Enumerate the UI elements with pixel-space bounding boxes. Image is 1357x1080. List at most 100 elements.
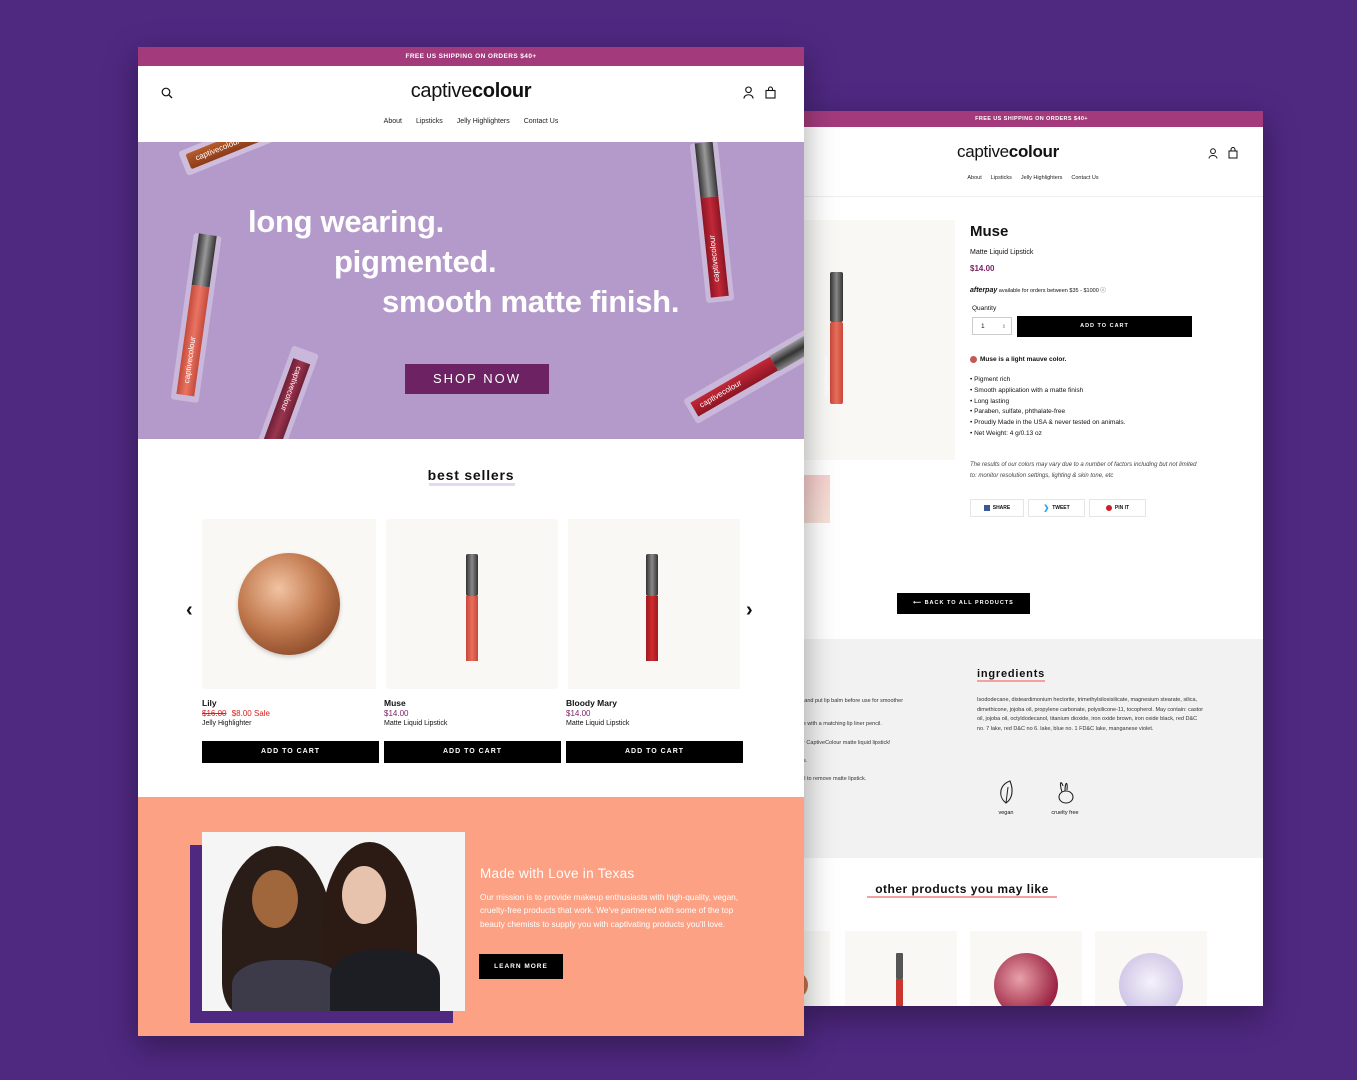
account-icon[interactable] [1208,148,1218,159]
related-card[interactable] [1095,931,1207,1006]
lipstick-tube-image: captivecolour [170,232,223,406]
color-swatch-icon [970,356,977,363]
tube-body [830,322,843,404]
product-name[interactable]: Muse [384,698,406,708]
product-card-muse[interactable] [386,519,558,689]
product-price-row: $16.00 $8.00 Sale [202,709,270,718]
add-to-cart-button[interactable]: ADD TO CART [566,741,743,763]
how-to-step: ur CaptiveColour matte liquid lipstick! [800,740,891,746]
feature-item: • Paraben, sulfate, phthalate-free [970,408,1066,416]
add-to-cart-button[interactable]: ADD TO CART [1017,316,1192,337]
best-sellers-underline [429,483,515,486]
feature-item: • Long lasting [970,397,1010,405]
tube-body [896,979,903,1006]
hero-headline-line-1: long wearing. [248,204,444,239]
lipstick-tube-image: captivecolour [255,345,321,439]
site-logo[interactable]: captivecolour [908,142,1108,162]
nav-jelly-highlighters[interactable]: Jelly Highlighters [457,118,510,125]
logo-light: captive [957,142,1009,161]
product-type: Matte Liquid Lipstick [566,720,630,727]
site-logo[interactable]: captivecolour [371,80,571,103]
product-card-bloody-mary[interactable] [568,519,740,689]
cart-icon[interactable] [765,86,776,99]
shipping-banner: FREE US SHIPPING ON ORDERS $40+ [800,111,1263,127]
arrow-left-icon: ⟵ [913,600,925,606]
how-to-step: ds. [800,757,960,775]
shop-now-button[interactable]: SHOP NOW [405,364,549,394]
nav-contact[interactable]: Contact Us [1071,175,1098,181]
product-price: $14.00 [970,264,995,273]
logo-bold: colour [1008,142,1059,161]
how-to-step: ps with a matching lip liner pencil. [800,721,882,727]
stepper-arrows-icon[interactable]: ⇕ [1002,318,1006,336]
hero-headline-line-3: smooth matte finish. [382,284,680,319]
nav-about[interactable]: About [967,175,981,181]
pin-label: PIN IT [1114,505,1130,511]
sale-price: $8.00 Sale [231,709,270,718]
nav-lipsticks[interactable]: Lipsticks [416,118,443,125]
carousel-prev-button[interactable]: ‹ [186,599,193,622]
nav-contact[interactable]: Contact Us [524,118,559,125]
ingredients-title: ingredients [977,668,1046,682]
tube-cap [896,953,903,979]
nav-lipsticks[interactable]: Lipsticks [991,175,1012,181]
about-title: Made with Love in Texas [480,866,635,881]
model-right-outfit [330,950,440,1011]
how-to-list: s and put lip balm before use for smooth… [800,697,960,783]
main-nav: About Lipsticks Jelly Highlighters Conta… [271,118,671,125]
related-card[interactable] [800,931,830,1006]
product-name[interactable]: Bloody Mary [566,698,617,708]
product-card-lily[interactable] [202,519,376,689]
share-label: SHARE [992,505,1011,511]
model-right-face [342,866,386,924]
afterpay-row: afterpay available for orders between $3… [970,286,1106,294]
product-name[interactable]: Lily [202,698,217,708]
search-icon[interactable] [161,87,173,99]
add-to-cart-button[interactable]: ADD TO CART [202,741,379,763]
product-type: Jelly Highlighter [202,720,252,727]
related-card[interactable] [845,931,957,1006]
learn-more-button[interactable]: LEARN MORE [479,954,563,979]
product-thumbnail[interactable] [800,475,830,523]
jelly-image [1119,953,1183,1006]
facebook-icon [983,505,990,511]
product-image[interactable]: captivecolour [800,220,955,460]
related-card[interactable] [970,931,1082,1006]
feature-item: • Pigment rich [970,376,1011,383]
share-pinterest-button[interactable]: PIN IT [1089,499,1146,517]
jelly-image [994,953,1058,1006]
feature-item: • Proudly Made in the USA & never tested… [970,419,1126,427]
add-to-cart-button[interactable]: ADD TO CART [384,741,561,763]
cruelty-free-label: cruelty free [1051,810,1079,816]
product-title: Muse [970,223,1009,240]
product-type: Matte Liquid Lipstick [384,720,448,727]
cart-icon[interactable] [1228,147,1238,159]
quantity-stepper[interactable]: 1 ⇕ [972,317,1012,335]
model-left-outfit [232,960,342,1011]
tube-cap [466,554,478,596]
nav-jelly-highlighters[interactable]: Jelly Highlighters [1021,175,1063,181]
shipping-banner: FREE US SHIPPING ON ORDERS $40+ [138,47,804,66]
logo-light: captive [410,80,473,102]
twitter-icon: ❯ [1043,505,1050,512]
tube-label: captivecolour [824,355,830,395]
nav-about[interactable]: About [384,118,402,125]
share-facebook-button[interactable]: SHARE [970,499,1024,517]
cruelty-free-bunny-icon [1058,782,1074,804]
quantity-label: Quantity [972,305,997,312]
share-twitter-button[interactable]: ❯ TWEET [1028,499,1085,517]
carousel-next-button[interactable]: › [746,599,753,622]
jelly-highlighter-image [238,553,340,655]
nav-divider [800,196,1263,197]
best-sellers-title: best sellers [427,467,515,483]
color-note: Muse is a light mauve color. [970,356,1066,363]
hero-headline-line-2: pigmented. [334,244,497,279]
feature-list: • Pigment rich • Smooth application with… [970,375,1125,440]
product-price: $14.00 [566,709,591,718]
ingredients-section: s and put lip balm before use for smooth… [800,639,1263,858]
back-to-products-button[interactable]: ⟵ BACK TO ALL PRODUCTS [897,593,1030,614]
main-nav: About Lipsticks Jelly Highlighters Conta… [878,175,1188,181]
tube-body [646,596,658,661]
tube-cap [646,554,658,596]
account-icon[interactable] [743,86,754,99]
